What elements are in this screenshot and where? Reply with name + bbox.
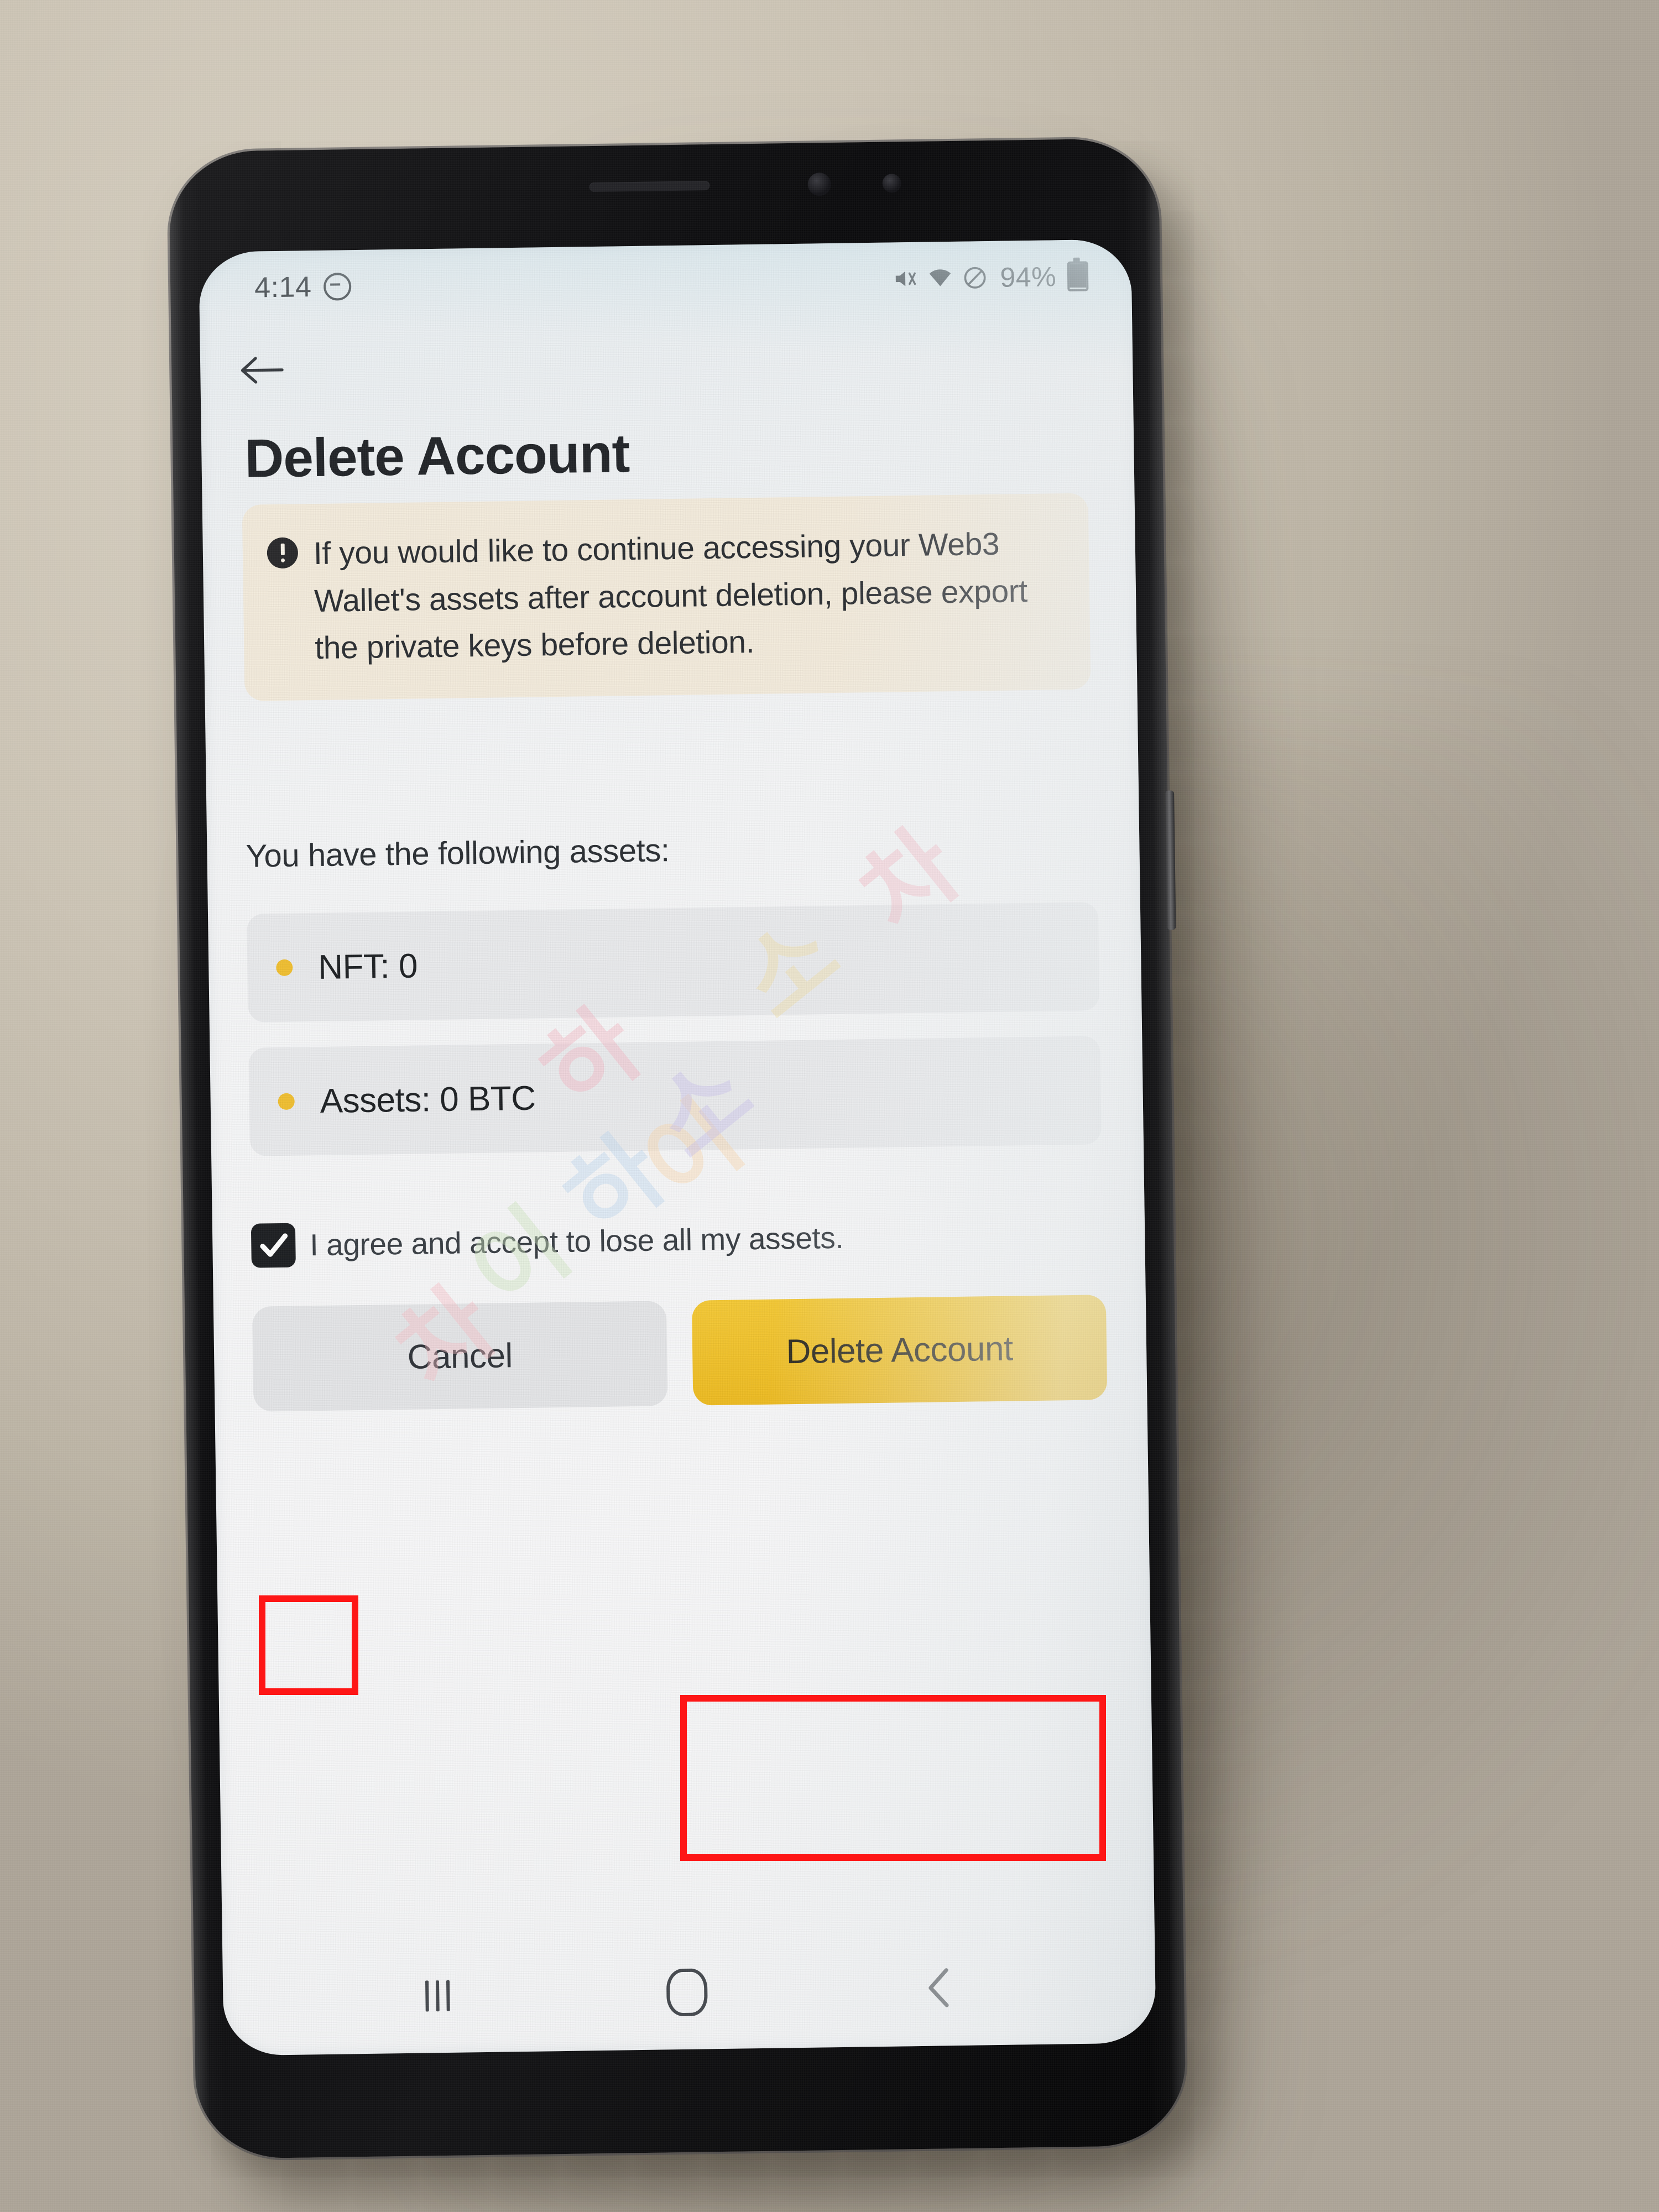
action-button-row: Cancel Delete Account	[252, 1295, 1108, 1412]
mute-icon	[893, 266, 919, 292]
page-title: Delete Account	[244, 422, 630, 489]
checkmark-icon	[260, 1233, 288, 1257]
asset-row-nft: NFT: 0	[247, 902, 1100, 1022]
bullet-dot-icon	[278, 1093, 295, 1110]
agreement-label: I agree and accept to lose all my assets…	[309, 1220, 844, 1262]
battery-icon	[1067, 261, 1089, 291]
warning-notice: If you would like to continue accessing …	[242, 493, 1091, 701]
agreement-row[interactable]: I agree and accept to lose all my assets…	[251, 1212, 1114, 1268]
do-not-disturb-icon	[962, 265, 988, 291]
exclamation-circle-icon	[267, 537, 299, 569]
clock: 4:14	[254, 271, 312, 304]
status-bar-left: 4:14	[254, 270, 352, 304]
status-bar-right: 94%	[893, 260, 1089, 295]
asset-label: NFT: 0	[317, 947, 418, 987]
bullet-dot-icon	[276, 959, 293, 977]
status-bar: 4:14 94%	[199, 253, 1132, 311]
delete-account-screen: Delete Account If you would like to cont…	[200, 304, 1156, 2056]
delete-account-button[interactable]: Delete Account	[691, 1295, 1108, 1406]
battery-percentage: 94%	[1000, 261, 1057, 293]
asset-row-btc: Assets: 0 BTC	[248, 1036, 1102, 1156]
photo-scene: 4:14 94% Delete Account If you would lik…	[0, 0, 1659, 2212]
warning-notice-text: If you would like to continue accessing …	[313, 526, 1028, 666]
android-navigation-bar	[222, 1944, 1156, 2041]
do-not-disturb-minus-icon	[324, 273, 352, 301]
home-button[interactable]	[666, 1968, 708, 2017]
wifi-icon	[927, 265, 954, 291]
smartphone-device: 4:14 94% Delete Account If you would lik…	[168, 138, 1187, 2159]
phone-screen: 4:14 94% Delete Account If you would lik…	[199, 239, 1156, 2056]
recents-button[interactable]	[425, 1980, 450, 2012]
assets-heading: You have the following assets:	[246, 832, 670, 874]
earpiece-speaker	[589, 181, 710, 192]
back-button[interactable]	[229, 340, 296, 401]
back-nav-button[interactable]	[924, 1966, 953, 2012]
front-camera-icon	[807, 172, 831, 196]
cancel-button[interactable]: Cancel	[252, 1301, 668, 1412]
asset-label: Assets: 0 BTC	[320, 1079, 536, 1120]
proximity-sensor-icon	[882, 174, 901, 193]
agreement-checkbox[interactable]	[251, 1223, 296, 1268]
